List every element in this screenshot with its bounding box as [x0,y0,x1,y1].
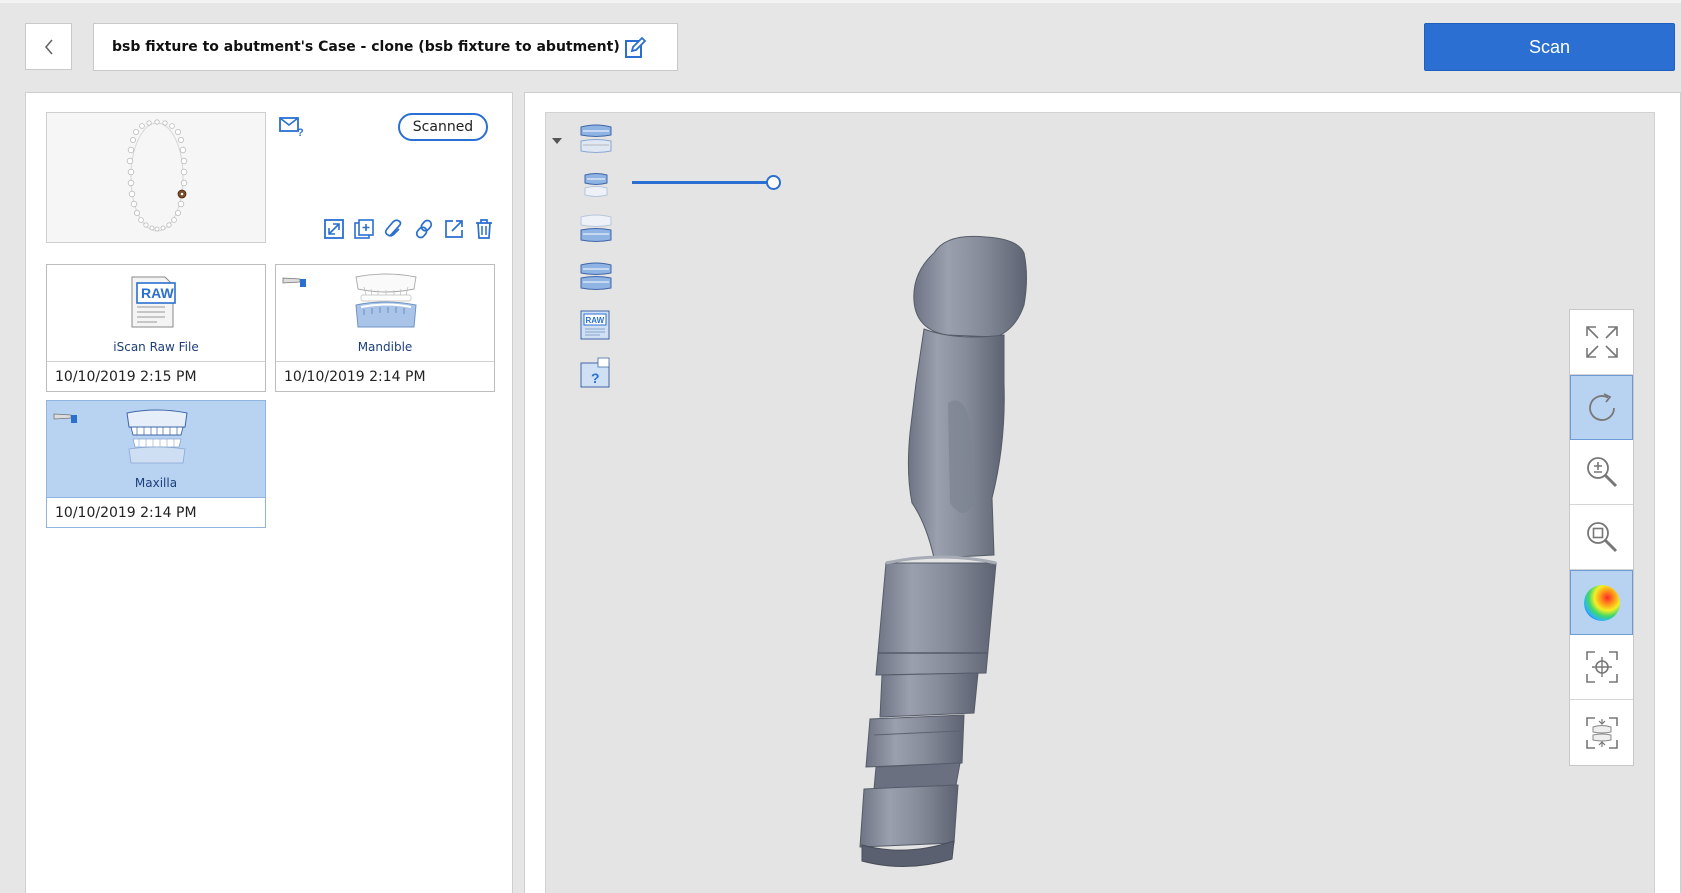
3d-viewport[interactable]: RAW ? [545,112,1655,893]
svg-text:RAW: RAW [586,316,605,325]
maxilla-icon [126,409,188,464]
center-target-icon [1585,651,1618,683]
dental-chart-thumbnail[interactable] [46,112,266,243]
file-label: Maxilla [134,476,178,490]
mandible-layer-icon[interactable] [578,213,614,245]
top-border [0,0,1681,3]
file-label: iScan Raw File [113,340,199,354]
opacity-slider[interactable] [632,175,781,191]
color-map-icon [1583,584,1620,621]
zoom-in-out-icon [1586,457,1617,488]
svg-text:?: ? [591,370,600,386]
rotate-button[interactable] [1570,375,1633,440]
raw-file-icon: RAW [131,276,176,328]
view-toolbar [1569,309,1634,766]
link-icon[interactable] [413,218,435,240]
unknown-layer-icon[interactable]: ? [578,357,614,389]
back-button[interactable] [25,23,72,70]
fit-view-icon [1585,326,1618,358]
zoom-window-icon [1586,522,1617,553]
tooth-chart-icon [126,119,188,232]
case-title: bsb fixture to abutment's Case - clone (… [112,39,620,55]
center-target-button[interactable] [1570,635,1633,700]
case-title-box: bsb fixture to abutment's Case - clone (… [93,23,678,71]
add-copy-icon[interactable] [353,218,375,240]
trash-icon[interactable] [473,218,495,240]
export-icon[interactable] [443,218,465,240]
mail-question-icon[interactable]: ? [279,114,305,138]
bite-layer-icon[interactable] [578,261,614,293]
both-arches-icon[interactable] [578,123,614,155]
status-badge: Scanned [398,113,488,141]
file-card-mandible[interactable]: Mandible 10/10/2019 2:14 PM [275,264,495,392]
file-card-maxilla[interactable]: Maxilla 10/10/2019 2:14 PM [46,400,266,528]
occlusal-view-button[interactable] [1570,700,1633,765]
file-date: 10/10/2019 2:14 PM [47,497,265,527]
slider-knob[interactable] [766,175,781,190]
file-card-raw[interactable]: RAW iScan Raw File 10/10/2019 2:15 PM [46,264,266,392]
expand-icon[interactable] [323,218,345,240]
viewer-panel: RAW ? [524,92,1681,893]
raw-layer-icon[interactable]: RAW [578,309,614,341]
case-panel: ? Scanned RAW iScan Raw File 10/10/2019 … [25,92,513,893]
color-map-button[interactable] [1570,570,1633,635]
mandible-icon [355,273,417,328]
caret-down-icon[interactable] [552,137,562,145]
file-date: 10/10/2019 2:14 PM [276,361,494,391]
zoom-in-out-button[interactable] [1570,440,1633,505]
zoom-window-button[interactable] [1570,505,1633,570]
occlusal-view-icon [1585,716,1618,749]
maxilla-layer-icon[interactable] [578,171,614,203]
file-date: 10/10/2019 2:15 PM [47,361,265,391]
abutment-3d-model[interactable] [846,233,1106,883]
svg-text:RAW: RAW [141,285,174,301]
chevron-left-icon [44,38,53,55]
fit-view-button[interactable] [1570,310,1633,375]
file-label: Mandible [357,340,413,354]
scan-button[interactable]: Scan [1424,23,1675,71]
case-toolbar [323,218,495,240]
edit-icon[interactable] [623,36,647,60]
attach-icon[interactable] [383,218,405,240]
rotate-icon [1588,392,1615,421]
svg-text:?: ? [297,127,304,138]
